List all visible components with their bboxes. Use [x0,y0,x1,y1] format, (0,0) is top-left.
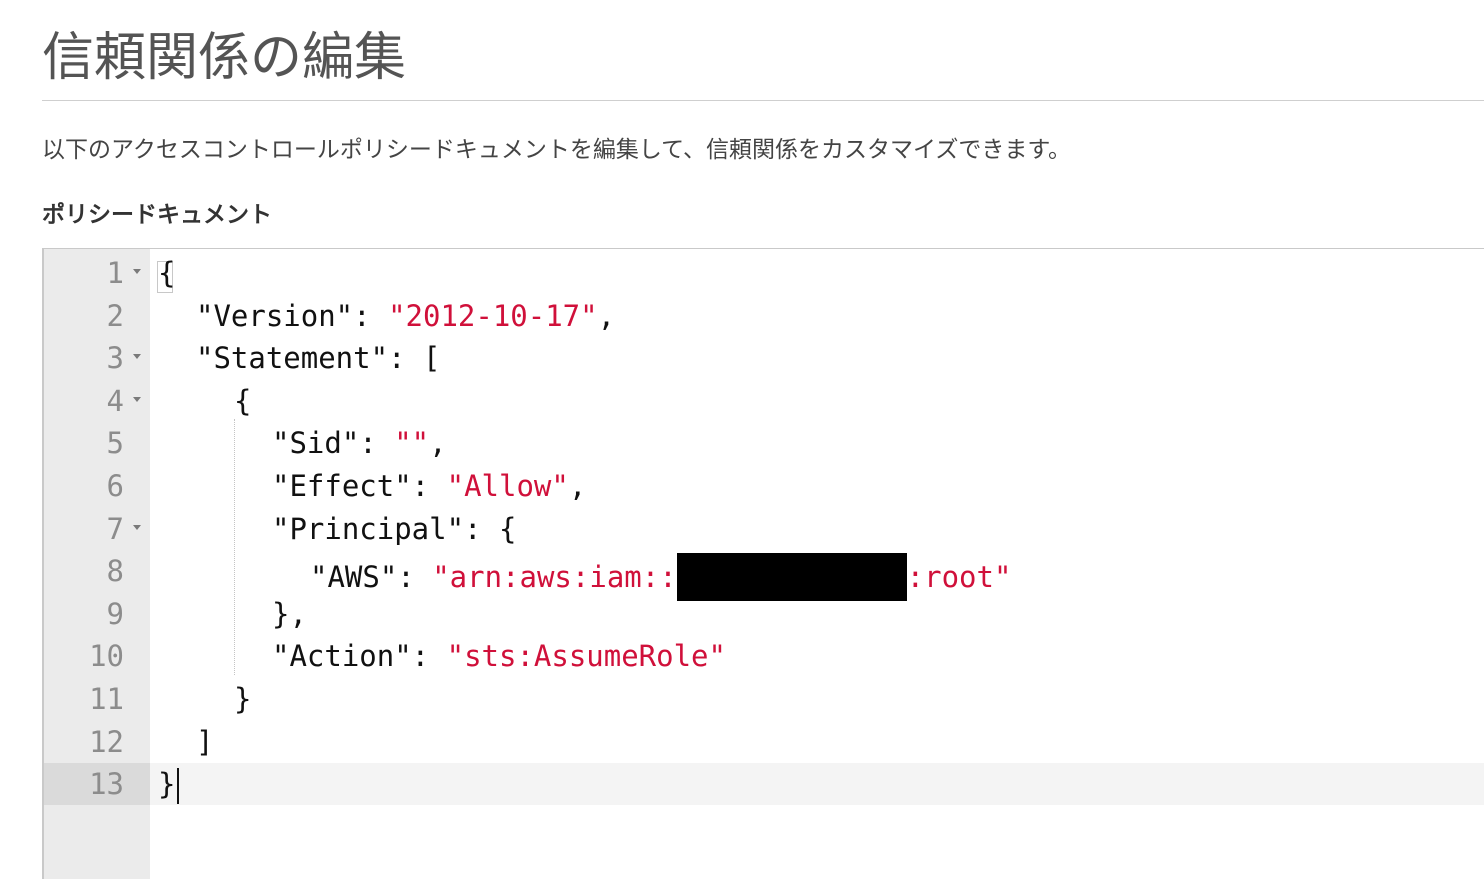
code-text: "Effect": "Allow", [272,468,586,504]
line-number: 5 [106,426,124,461]
code-text: "Action": "sts:AssumeRole" [272,638,726,674]
policy-document-label: ポリシードキュメント [42,202,272,228]
page-description: 以下のアクセスコントロールポリシードキュメントを編集して、信頼関係をカスタマイズ… [42,137,1072,163]
line-number-cell: 13 [44,763,150,806]
line-number-cell: 2 [44,295,150,337]
line-number: 1 [106,256,124,290]
line-number: 4 [106,383,124,418]
page-title: 信頼関係の編集 [42,28,407,88]
line-number-cell: 9 [44,593,150,635]
json-key-token: "Principal": { [272,511,517,546]
json-punctuation-token: , [429,426,447,461]
line-number-cell: 10 [44,635,150,677]
line-number: 9 [106,596,124,631]
fold-arrow-icon[interactable] [133,354,141,360]
json-key-token: "Effect": [272,469,447,503]
fold-arrow-icon[interactable] [133,269,141,274]
text-cursor [177,768,179,804]
code-line[interactable]: 7 "Principal": { [44,508,1484,550]
line-number: 3 [106,341,124,376]
line-number-cell: 5 [44,422,150,464]
code-line[interactable]: 8 "AWS": "arn:aws:iam:::root" [44,550,1484,602]
policy-code-editor[interactable]: 1{2 "Version": "2012-10-17", 3 "Statement":… [42,248,1484,879]
json-punctuation-token: }, [272,596,307,631]
json-punctuation-token: { [158,256,176,290]
json-string-token: "" [394,426,430,461]
json-key-token: "AWS": [310,560,433,595]
line-number: 11 [89,682,124,716]
line-number: 12 [89,724,124,759]
line-number-cell: 1 [44,252,150,294]
line-number-cell: 4 [44,380,150,422]
line-number-cell: 11 [44,678,150,720]
json-punctuation-token: ] [196,724,214,759]
line-number: 2 [106,298,124,333]
json-punctuation-token: } [158,767,176,802]
json-punctuation-token: { [234,383,252,418]
line-number-cell: 6 [44,465,150,507]
code-text: } [158,766,175,802]
json-punctuation-token: , [597,298,616,333]
json-string-token: "2012-10-17" [388,298,598,333]
code-line[interactable]: 11} [44,678,1484,720]
json-string-token: "sts:AssumeRole" [446,639,726,674]
code-line[interactable]: 12] [44,721,1484,763]
fold-arrow-icon[interactable] [133,524,141,530]
json-key-token: "Statement": [ [196,341,441,376]
line-number: 13 [89,767,124,802]
json-string-token: "Allow" [446,469,569,503]
code-line[interactable]: 6 "Effect": "Allow", [44,465,1484,507]
code-text: } [234,681,251,717]
code-text: { [158,255,175,291]
code-text: { [234,383,251,419]
code-line[interactable]: 10 "Action": "sts:AssumeRole" [44,635,1484,677]
json-key-token: "Version": [196,298,389,333]
json-punctuation-token: } [234,682,252,716]
line-number: 8 [106,554,124,589]
code-text: "Principal": { [272,511,516,547]
line-number-cell: 8 [44,550,150,592]
code-line[interactable]: 3 "Statement": [ [44,337,1484,379]
code-line[interactable]: 2 "Version": "2012-10-17", [44,295,1484,337]
line-number: 10 [89,639,124,674]
line-number-cell: 3 [44,337,150,379]
code-text: "Statement": [ [196,340,440,376]
code-line[interactable]: 9}, [44,593,1484,635]
code-text: ] [196,724,213,760]
json-key-token: "Sid": [272,426,395,461]
json-string-token: "arn:aws:iam:: [432,560,677,595]
json-punctuation-token: , [568,469,587,503]
code-line[interactable]: 1{ [44,252,1484,294]
code-line[interactable]: 4{ [44,380,1484,422]
code-line[interactable]: 5 "Sid": "", [44,422,1484,464]
line-number-cell: 7 [44,508,150,550]
json-key-token: "Action": [272,639,447,674]
code-line[interactable]: 13} [44,763,1484,806]
fold-arrow-icon[interactable] [133,396,141,402]
title-divider [42,100,1484,101]
code-text: }, [272,596,307,632]
code-text: "Sid": "", [272,425,447,461]
line-number: 6 [106,469,124,503]
line-number: 7 [106,511,124,546]
line-number-cell: 12 [44,721,150,763]
code-text: "Version": "2012-10-17", [196,298,615,334]
json-string-token: :root" [906,560,1012,595]
